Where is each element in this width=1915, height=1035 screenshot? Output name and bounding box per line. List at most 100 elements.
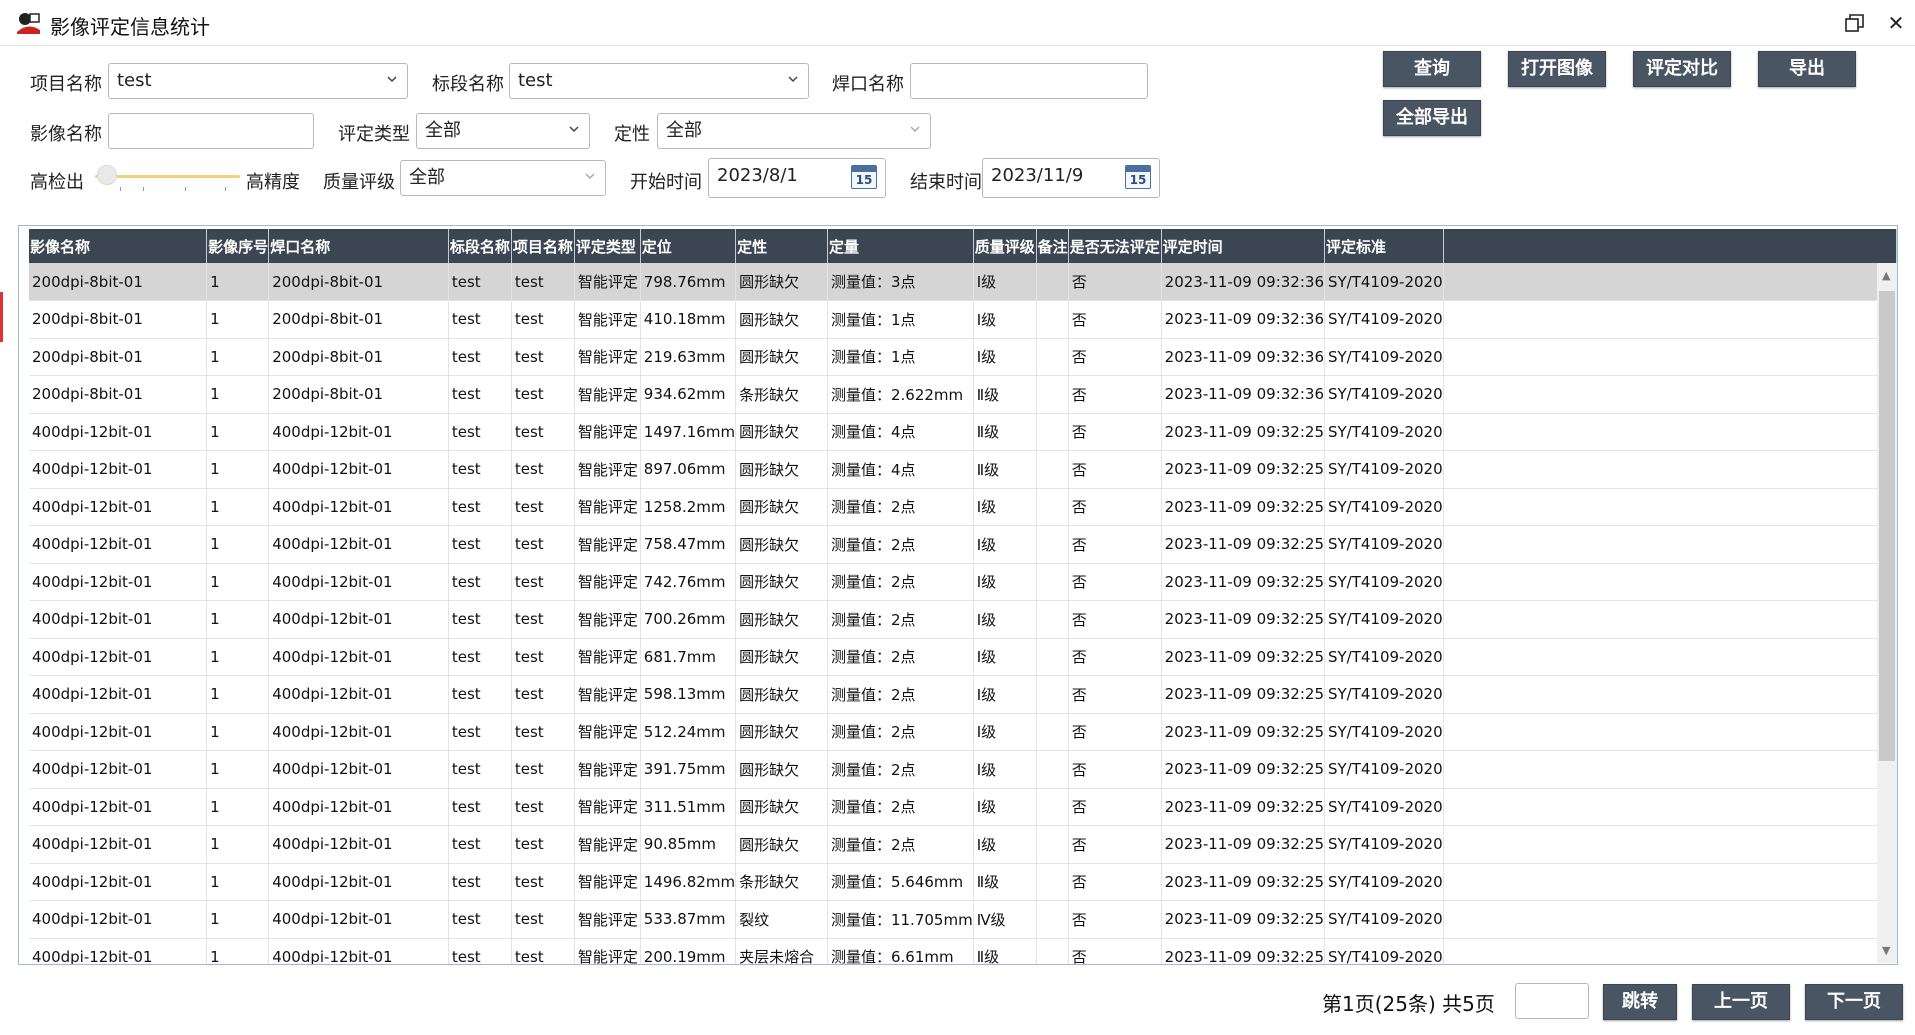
column-header-weld-name[interactable]: 焊口名称 (268, 229, 449, 263)
cell-segment-name: test (448, 563, 512, 601)
results-grid: 影像名称 影像序号 焊口名称 标段名称 项目名称 评定类型 定位 定性 定量 质量评级 备注 是否无法… (18, 225, 1898, 965)
cell-quality-grade: Ⅰ级 (973, 825, 1037, 864)
table-header-row: 影像名称 影像序号 焊口名称 标段名称 项目名称 评定类型 定位 定性 定量 质量评级 备注 是否无法… (29, 229, 1897, 263)
column-header-project-name[interactable]: 项目名称 (511, 229, 575, 263)
column-header-qualitative[interactable]: 定性 (735, 229, 828, 263)
export-button[interactable]: 导出 (1758, 51, 1856, 87)
open-image-button[interactable]: 打开图像 (1508, 51, 1606, 87)
cell-filler (1443, 938, 1897, 964)
cell-remark (1036, 825, 1069, 864)
table-row[interactable]: 400dpi-12bit-01 1 400dpi-12bit-01 test test 智… (29, 525, 1897, 564)
cell-project-name: test (511, 825, 575, 864)
cell-eval-type: 智能评定 (574, 675, 641, 714)
table-row[interactable]: 400dpi-12bit-01 1 400dpi-12bit-01 test test 智… (29, 900, 1897, 939)
prev-page-button[interactable]: 上一页 (1692, 984, 1790, 1020)
cell-eval-type: 智能评定 (574, 563, 641, 601)
close-window-icon[interactable]: ✕ (1885, 12, 1907, 34)
cell-quality-grade: Ⅱ级 (973, 863, 1037, 901)
weld-input[interactable] (910, 63, 1148, 99)
scrollbar-thumb[interactable] (1879, 291, 1895, 761)
scroll-down-icon[interactable]: ▼ (1882, 944, 1890, 957)
cell-weld-name: 400dpi-12bit-01 (268, 600, 449, 639)
weld-label: 焊口名称 (832, 74, 904, 95)
column-header-cannot-evaluate[interactable]: 是否无法评定 (1068, 229, 1162, 263)
cell-remark (1036, 863, 1069, 901)
qualitative-combo[interactable]: 全部 (657, 113, 931, 149)
query-button[interactable]: 查询 (1383, 51, 1481, 87)
cell-image-name: 400dpi-12bit-01 (29, 525, 208, 564)
next-page-button[interactable]: 下一页 (1805, 984, 1903, 1020)
end-date-picker[interactable]: 2023/11/9 15 (982, 158, 1160, 198)
cell-quantitative: 测量值：2点 (827, 563, 974, 601)
table-row[interactable]: 400dpi-12bit-01 1 400dpi-12bit-01 test test 智… (29, 563, 1897, 601)
slider-tick (143, 187, 144, 191)
cell-project-name: test (511, 450, 575, 489)
calendar-icon[interactable]: 15 (851, 165, 877, 189)
calendar-icon[interactable]: 15 (1125, 165, 1151, 189)
column-header-segment-name[interactable]: 标段名称 (448, 229, 512, 263)
scroll-up-icon[interactable]: ▲ (1882, 269, 1890, 282)
page-jump-input[interactable] (1515, 983, 1589, 1019)
table-row[interactable]: 400dpi-12bit-01 1 400dpi-12bit-01 test test 智… (29, 825, 1897, 864)
eval-type-combo[interactable]: 全部 (416, 113, 590, 149)
table-row[interactable]: 200dpi-8bit-01 1 200dpi-8bit-01 test test 智能评… (29, 375, 1897, 414)
cell-eval-type: 智能评定 (574, 863, 641, 901)
table-row[interactable]: 200dpi-8bit-01 1 200dpi-8bit-01 test test 智能评… (29, 338, 1897, 376)
quality-combo[interactable]: 全部 (400, 160, 606, 196)
sensitivity-slider[interactable] (95, 163, 240, 193)
export-all-button[interactable]: 全部导出 (1383, 100, 1481, 136)
cell-image-seq: 1 (206, 563, 270, 601)
cell-remark (1036, 713, 1069, 751)
cell-cannot-evaluate: 否 (1068, 563, 1162, 601)
project-combo[interactable]: test (108, 63, 408, 99)
cell-project-name: test (511, 525, 575, 564)
cell-eval-standard: SY/T4109-2020 (1324, 525, 1444, 564)
column-header-image-name[interactable]: 影像名称 (29, 229, 208, 263)
table-row[interactable]: 400dpi-12bit-01 1 400dpi-12bit-01 test test 智… (29, 413, 1897, 451)
cell-project-name: test (511, 750, 575, 789)
compare-button[interactable]: 评定对比 (1633, 51, 1731, 87)
column-header-image-seq[interactable]: 影像序号 (206, 229, 270, 263)
cell-quality-grade: Ⅰ级 (973, 638, 1037, 676)
column-header-eval-standard[interactable]: 评定标准 (1324, 229, 1444, 263)
cell-weld-name: 400dpi-12bit-01 (268, 750, 449, 789)
cell-image-seq: 1 (206, 863, 270, 901)
jump-button[interactable]: 跳转 (1603, 984, 1677, 1020)
column-header-eval-time[interactable]: 评定时间 (1161, 229, 1325, 263)
table-row[interactable]: 400dpi-12bit-01 1 400dpi-12bit-01 test test 智… (29, 638, 1897, 676)
table-row[interactable]: 400dpi-12bit-01 1 400dpi-12bit-01 test test 智… (29, 450, 1897, 489)
cell-remark (1036, 450, 1069, 489)
table-row[interactable]: 400dpi-12bit-01 1 400dpi-12bit-01 test test 智… (29, 938, 1897, 964)
cell-weld-name: 400dpi-12bit-01 (268, 713, 449, 751)
table-row[interactable]: 400dpi-12bit-01 1 400dpi-12bit-01 test test 智… (29, 788, 1897, 826)
cell-weld-name: 200dpi-8bit-01 (268, 338, 449, 376)
table-row[interactable]: 200dpi-8bit-01 1 200dpi-8bit-01 test test 智能评… (29, 300, 1897, 339)
table-row[interactable]: 400dpi-12bit-01 1 400dpi-12bit-01 test test 智… (29, 750, 1897, 789)
column-header-remark[interactable]: 备注 (1036, 229, 1069, 263)
vertical-scrollbar[interactable]: ▲ ▼ (1877, 263, 1897, 963)
image-input[interactable] (108, 113, 314, 149)
cell-remark (1036, 413, 1069, 451)
column-header-quality-grade[interactable]: 质量评级 (973, 229, 1037, 263)
cell-quantitative: 测量值：2点 (827, 750, 974, 789)
column-header-position[interactable]: 定位 (640, 229, 737, 263)
table-row[interactable]: 400dpi-12bit-01 1 400dpi-12bit-01 test test 智… (29, 600, 1897, 639)
app-logo-icon (17, 13, 40, 34)
table-row[interactable]: 400dpi-12bit-01 1 400dpi-12bit-01 test test 智… (29, 863, 1897, 901)
segment-combo[interactable]: test (509, 63, 809, 99)
table-row[interactable]: 400dpi-12bit-01 1 400dpi-12bit-01 test test 智… (29, 713, 1897, 751)
column-header-eval-type[interactable]: 评定类型 (574, 229, 641, 263)
slider-thumb[interactable] (97, 165, 117, 185)
page-info: 第1页(25条) 共5页 (1322, 992, 1495, 1016)
project-value: test (117, 70, 152, 91)
restore-window-icon[interactable] (1845, 14, 1865, 32)
table-row[interactable]: 400dpi-12bit-01 1 400dpi-12bit-01 test test 智… (29, 675, 1897, 714)
column-header-quantitative[interactable]: 定量 (827, 229, 974, 263)
cell-qualitative: 圆形缺欠 (735, 300, 828, 339)
start-date-picker[interactable]: 2023/8/1 15 (708, 158, 886, 198)
cell-project-name: test (511, 788, 575, 826)
table-row[interactable]: 200dpi-8bit-01 1 200dpi-8bit-01 test test 智能评… (29, 263, 1897, 301)
table-row[interactable]: 400dpi-12bit-01 1 400dpi-12bit-01 test test 智… (29, 488, 1897, 526)
cell-segment-name: test (448, 713, 512, 751)
chevron-down-icon (387, 76, 397, 83)
